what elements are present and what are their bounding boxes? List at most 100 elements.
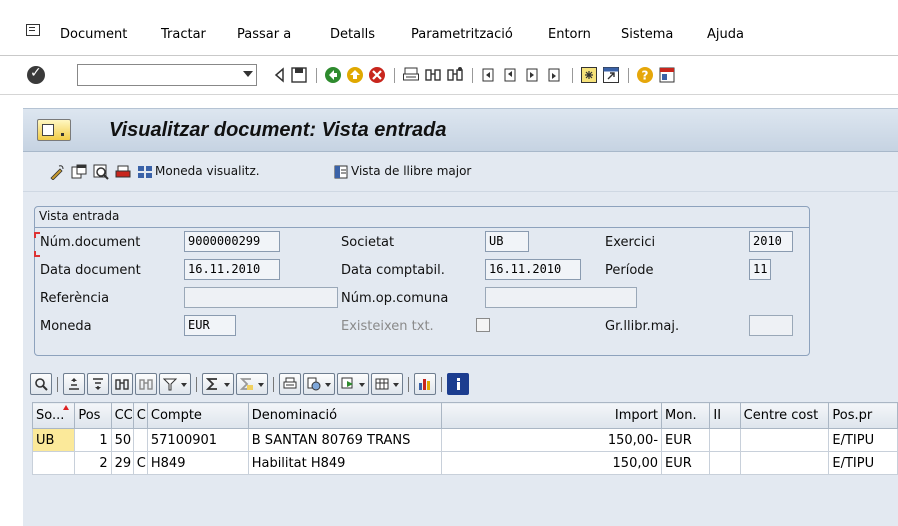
menu-tractar[interactable]: Tractar <box>161 27 206 42</box>
cell-import[interactable]: 150,00 <box>441 451 663 475</box>
next-page-icon[interactable] <box>524 66 542 84</box>
col-header-pos-pr[interactable]: Pos.pr <box>828 402 898 429</box>
cell-denominacio[interactable]: B SANTAN 80769 TRANS <box>247 428 443 452</box>
cell-ii[interactable] <box>709 428 741 452</box>
cell-mon[interactable]: EUR <box>661 428 711 452</box>
cell-c[interactable] <box>132 428 148 452</box>
doc-number-field[interactable]: 9000000299 <box>184 231 280 252</box>
exit-icon[interactable] <box>346 66 364 84</box>
cell-c[interactable]: C <box>132 451 148 475</box>
general-ledger-icon[interactable] <box>333 164 349 180</box>
menu-detalls[interactable]: Detalls <box>330 27 375 42</box>
cancel-icon[interactable] <box>368 66 386 84</box>
document-overview-icon[interactable] <box>71 164 87 180</box>
back-icon[interactable] <box>271 66 289 84</box>
graphic-button[interactable] <box>414 373 436 395</box>
sort-ascending-button[interactable] <box>63 373 85 395</box>
menu-parametritzacio[interactable]: Parametrització <box>411 27 513 42</box>
cell-compte[interactable]: 57100901 <box>146 428 249 452</box>
cell-so[interactable] <box>31 451 76 475</box>
cell-compte[interactable]: H849 <box>146 451 249 475</box>
find-icon[interactable] <box>424 66 442 84</box>
cell-pos[interactable]: 1 <box>74 428 112 452</box>
details-button[interactable] <box>30 373 52 395</box>
texts-exist-checkbox[interactable] <box>476 318 490 332</box>
col-header-compte[interactable]: Compte <box>146 402 249 429</box>
cell-import[interactable]: 150,00- <box>441 428 663 452</box>
currency-field[interactable]: EUR <box>184 315 236 336</box>
shortcut-icon[interactable] <box>602 66 620 84</box>
subtotal-button[interactable] <box>236 373 268 395</box>
sort-descending-button[interactable] <box>87 373 109 395</box>
cell-centre-cost[interactable] <box>739 451 830 475</box>
filter-button[interactable] <box>159 373 191 395</box>
last-page-icon[interactable] <box>546 66 564 84</box>
col-header-mon[interactable]: Mon. <box>661 402 711 429</box>
ledger-group-label: Gr.llibr.maj. <box>605 319 680 334</box>
col-header-so[interactable]: So... <box>31 402 76 429</box>
display-detail-icon[interactable] <box>93 164 109 180</box>
enter-check-icon[interactable] <box>27 65 45 84</box>
menu-ajuda[interactable]: Ajuda <box>707 27 744 42</box>
back-arrow-icon[interactable] <box>324 66 342 84</box>
menu-document[interactable]: Document <box>60 27 127 42</box>
display-mode-icon[interactable] <box>37 119 71 141</box>
create-session-icon[interactable] <box>580 66 598 84</box>
cell-pos-pr[interactable]: E/TIPU <box>828 451 898 475</box>
layout-grid-icon <box>375 378 389 390</box>
period-field[interactable]: 11 <box>749 259 771 280</box>
layout-button[interactable] <box>371 373 403 395</box>
customize-layout-icon[interactable] <box>658 66 676 84</box>
print-preview-icon[interactable] <box>115 164 131 180</box>
print-icon[interactable] <box>402 66 420 84</box>
fiscal-year-field[interactable]: 2010 <box>749 231 793 252</box>
menu-sistema[interactable]: Sistema <box>621 27 673 42</box>
menu-entorn[interactable]: Entorn <box>548 27 591 42</box>
col-header-c[interactable]: C <box>132 402 148 429</box>
display-currency-button[interactable]: Moneda visualitz. <box>155 164 260 178</box>
col-header-import[interactable]: Import <box>441 402 663 429</box>
help-icon[interactable]: ? <box>636 66 654 84</box>
general-ledger-view-button[interactable]: Vista de llibre major <box>351 164 471 178</box>
reference-field[interactable] <box>184 287 338 308</box>
export-button[interactable] <box>337 373 369 395</box>
cell-pos-pr[interactable]: E/TIPU <box>828 428 898 452</box>
col-header-denominacio[interactable]: Denominació <box>247 402 443 429</box>
cell-mon[interactable]: EUR <box>661 451 711 475</box>
currency-icon[interactable] <box>137 164 153 180</box>
menu-passar-a[interactable]: Passar a <box>237 27 291 42</box>
prev-page-icon[interactable] <box>502 66 520 84</box>
find-next-button[interactable] <box>135 373 157 395</box>
chevron-down-icon[interactable] <box>243 71 253 77</box>
cell-so[interactable]: UB <box>31 428 76 452</box>
cell-pos[interactable]: 2 <box>74 451 112 475</box>
edit-pencil-icon[interactable] <box>49 164 65 180</box>
col-header-cc[interactable]: CC <box>110 402 134 429</box>
views-button[interactable] <box>303 373 335 395</box>
doc-date-field[interactable]: 16.11.2010 <box>184 259 280 280</box>
col-header-pos[interactable]: Pos <box>74 402 112 429</box>
total-button[interactable] <box>202 373 234 395</box>
cell-centre-cost[interactable] <box>739 428 830 452</box>
cell-cc[interactable]: 50 <box>110 428 134 452</box>
command-input[interactable] <box>78 65 238 85</box>
company-field[interactable]: UB <box>485 231 529 252</box>
find-next-icon[interactable] <box>446 66 464 84</box>
cross-company-field[interactable] <box>485 287 637 308</box>
first-page-icon[interactable] <box>480 66 498 84</box>
information-button[interactable] <box>447 373 469 395</box>
print-button[interactable] <box>279 373 301 395</box>
posting-date-field[interactable]: 16.11.2010 <box>485 259 581 280</box>
save-icon[interactable] <box>290 66 308 84</box>
cell-ii[interactable] <box>709 451 741 475</box>
cell-cc[interactable]: 29 <box>110 451 134 475</box>
col-header-ii[interactable]: II <box>709 402 741 429</box>
command-field[interactable] <box>77 64 257 86</box>
menu-icon[interactable] <box>26 24 40 36</box>
table-row[interactable]: 2 29 C H849 Habilitat H849 150,00 EUR E/… <box>31 451 898 475</box>
table-row[interactable]: UB 1 50 57100901 B SANTAN 80769 TRANS 15… <box>31 428 898 452</box>
ledger-group-field[interactable] <box>749 315 793 336</box>
col-header-centre-cost[interactable]: Centre cost <box>739 402 830 429</box>
find-button[interactable] <box>111 373 133 395</box>
cell-denominacio[interactable]: Habilitat H849 <box>247 451 443 475</box>
